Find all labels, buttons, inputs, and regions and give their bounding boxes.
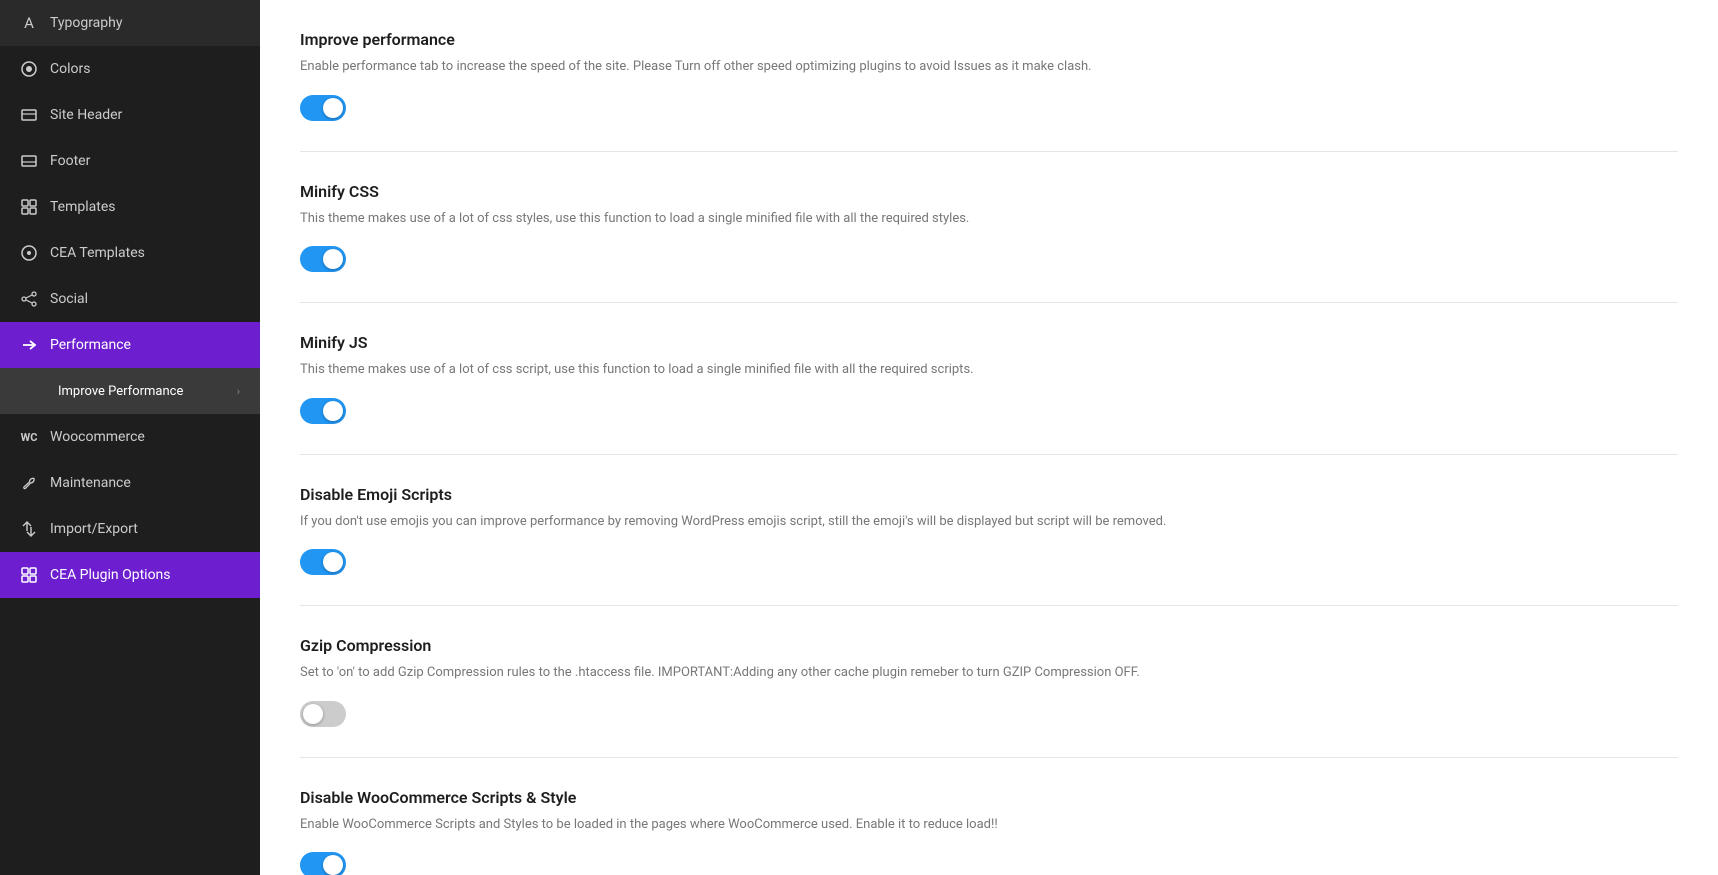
- section-title: Disable WooCommerce Scripts & Style: [300, 788, 1678, 807]
- sidebar-item-cea-templates[interactable]: CEA Templates: [0, 230, 260, 276]
- disable-woocommerce-toggle[interactable]: [300, 852, 346, 875]
- chevron-right-icon: ›: [237, 385, 240, 398]
- site-header-icon: [20, 106, 38, 124]
- section-gzip-compression: Gzip Compression Set to 'on' to add Gzip…: [300, 636, 1678, 758]
- typography-icon: A: [20, 14, 38, 32]
- section-description: If you don't use emojis you can improve …: [300, 512, 1200, 532]
- import-export-icon: [20, 520, 38, 538]
- section-disable-emoji-scripts: Disable Emoji Scripts If you don't use e…: [300, 485, 1678, 607]
- main-content: Improve performance Enable performance t…: [260, 0, 1718, 875]
- sidebar-item-social[interactable]: Social: [0, 276, 260, 322]
- social-icon: [20, 290, 38, 308]
- templates-icon: [20, 198, 38, 216]
- sidebar-item-label: Performance: [50, 337, 131, 353]
- sidebar-item-label: Footer: [50, 153, 90, 169]
- sidebar-item-footer[interactable]: Footer: [0, 138, 260, 184]
- woocommerce-icon: WC: [20, 428, 38, 446]
- sidebar-item-colors[interactable]: Colors: [0, 46, 260, 92]
- sidebar-item-label: Social: [50, 291, 88, 307]
- section-title: Minify JS: [300, 333, 1678, 352]
- section-disable-woocommerce-scripts: Disable WooCommerce Scripts & Style Enab…: [300, 788, 1678, 875]
- toggle-wrap: [300, 246, 1678, 272]
- toggle-thumb: [303, 704, 323, 724]
- sidebar: A Typography Colors Site Header Footer T…: [0, 0, 260, 875]
- sidebar-item-label: Maintenance: [50, 475, 131, 491]
- sidebar-item-label: Templates: [50, 199, 116, 215]
- cea-plugin-icon: [20, 566, 38, 584]
- toggle-thumb: [323, 855, 343, 875]
- toggle-thumb: [323, 401, 343, 421]
- sidebar-item-maintenance[interactable]: Maintenance: [0, 460, 260, 506]
- gzip-toggle[interactable]: [300, 701, 346, 727]
- sidebar-item-label: Improve Performance: [58, 384, 183, 399]
- section-description: Set to 'on' to add Gzip Compression rule…: [300, 663, 1200, 683]
- toggle-wrap: [300, 95, 1678, 121]
- disable-emoji-toggle[interactable]: [300, 549, 346, 575]
- section-description: Enable performance tab to increase the s…: [300, 57, 1200, 77]
- section-title: Gzip Compression: [300, 636, 1678, 655]
- toggle-thumb: [323, 98, 343, 118]
- footer-icon: [20, 152, 38, 170]
- section-title: Minify CSS: [300, 182, 1678, 201]
- sidebar-item-label: CEA Plugin Options: [50, 567, 171, 583]
- sidebar-item-import-export[interactable]: Import/Export: [0, 506, 260, 552]
- sidebar-item-label: Colors: [50, 61, 90, 77]
- sidebar-item-label: Site Header: [50, 107, 122, 123]
- colors-icon: [20, 60, 38, 78]
- toggle-wrap: [300, 549, 1678, 575]
- toggle-wrap: [300, 701, 1678, 727]
- sidebar-item-woocommerce[interactable]: WC Woocommerce: [0, 414, 260, 460]
- toggle-wrap: [300, 852, 1678, 875]
- sidebar-item-label: Typography: [50, 15, 122, 31]
- section-title: Disable Emoji Scripts: [300, 485, 1678, 504]
- toggle-wrap: [300, 398, 1678, 424]
- performance-icon: [20, 336, 38, 354]
- section-description: Enable WooCommerce Scripts and Styles to…: [300, 815, 1200, 835]
- sidebar-item-site-header[interactable]: Site Header: [0, 92, 260, 138]
- section-minify-js: Minify JS This theme makes use of a lot …: [300, 333, 1678, 455]
- toggle-thumb: [323, 249, 343, 269]
- sidebar-item-label: CEA Templates: [50, 245, 145, 261]
- minify-js-toggle[interactable]: [300, 398, 346, 424]
- sidebar-item-label: Import/Export: [50, 521, 138, 537]
- maintenance-icon: [20, 474, 38, 492]
- sub-item-icon: [28, 382, 46, 400]
- section-improve-performance: Improve performance Enable performance t…: [300, 30, 1678, 152]
- section-minify-css: Minify CSS This theme makes use of a lot…: [300, 182, 1678, 304]
- sidebar-item-templates[interactable]: Templates: [0, 184, 260, 230]
- sidebar-item-performance[interactable]: Performance: [0, 322, 260, 368]
- sidebar-item-cea-plugin-options[interactable]: CEA Plugin Options: [0, 552, 260, 598]
- cea-templates-icon: [20, 244, 38, 262]
- sidebar-item-improve-performance[interactable]: Improve Performance ›: [0, 368, 260, 414]
- toggle-thumb: [323, 552, 343, 572]
- section-description: This theme makes use of a lot of css scr…: [300, 360, 1200, 380]
- minify-css-toggle[interactable]: [300, 246, 346, 272]
- sidebar-item-label: Woocommerce: [50, 429, 145, 445]
- section-title: Improve performance: [300, 30, 1678, 49]
- improve-performance-toggle[interactable]: [300, 95, 346, 121]
- section-description: This theme makes use of a lot of css sty…: [300, 209, 1200, 229]
- sidebar-item-typography[interactable]: A Typography: [0, 0, 260, 46]
